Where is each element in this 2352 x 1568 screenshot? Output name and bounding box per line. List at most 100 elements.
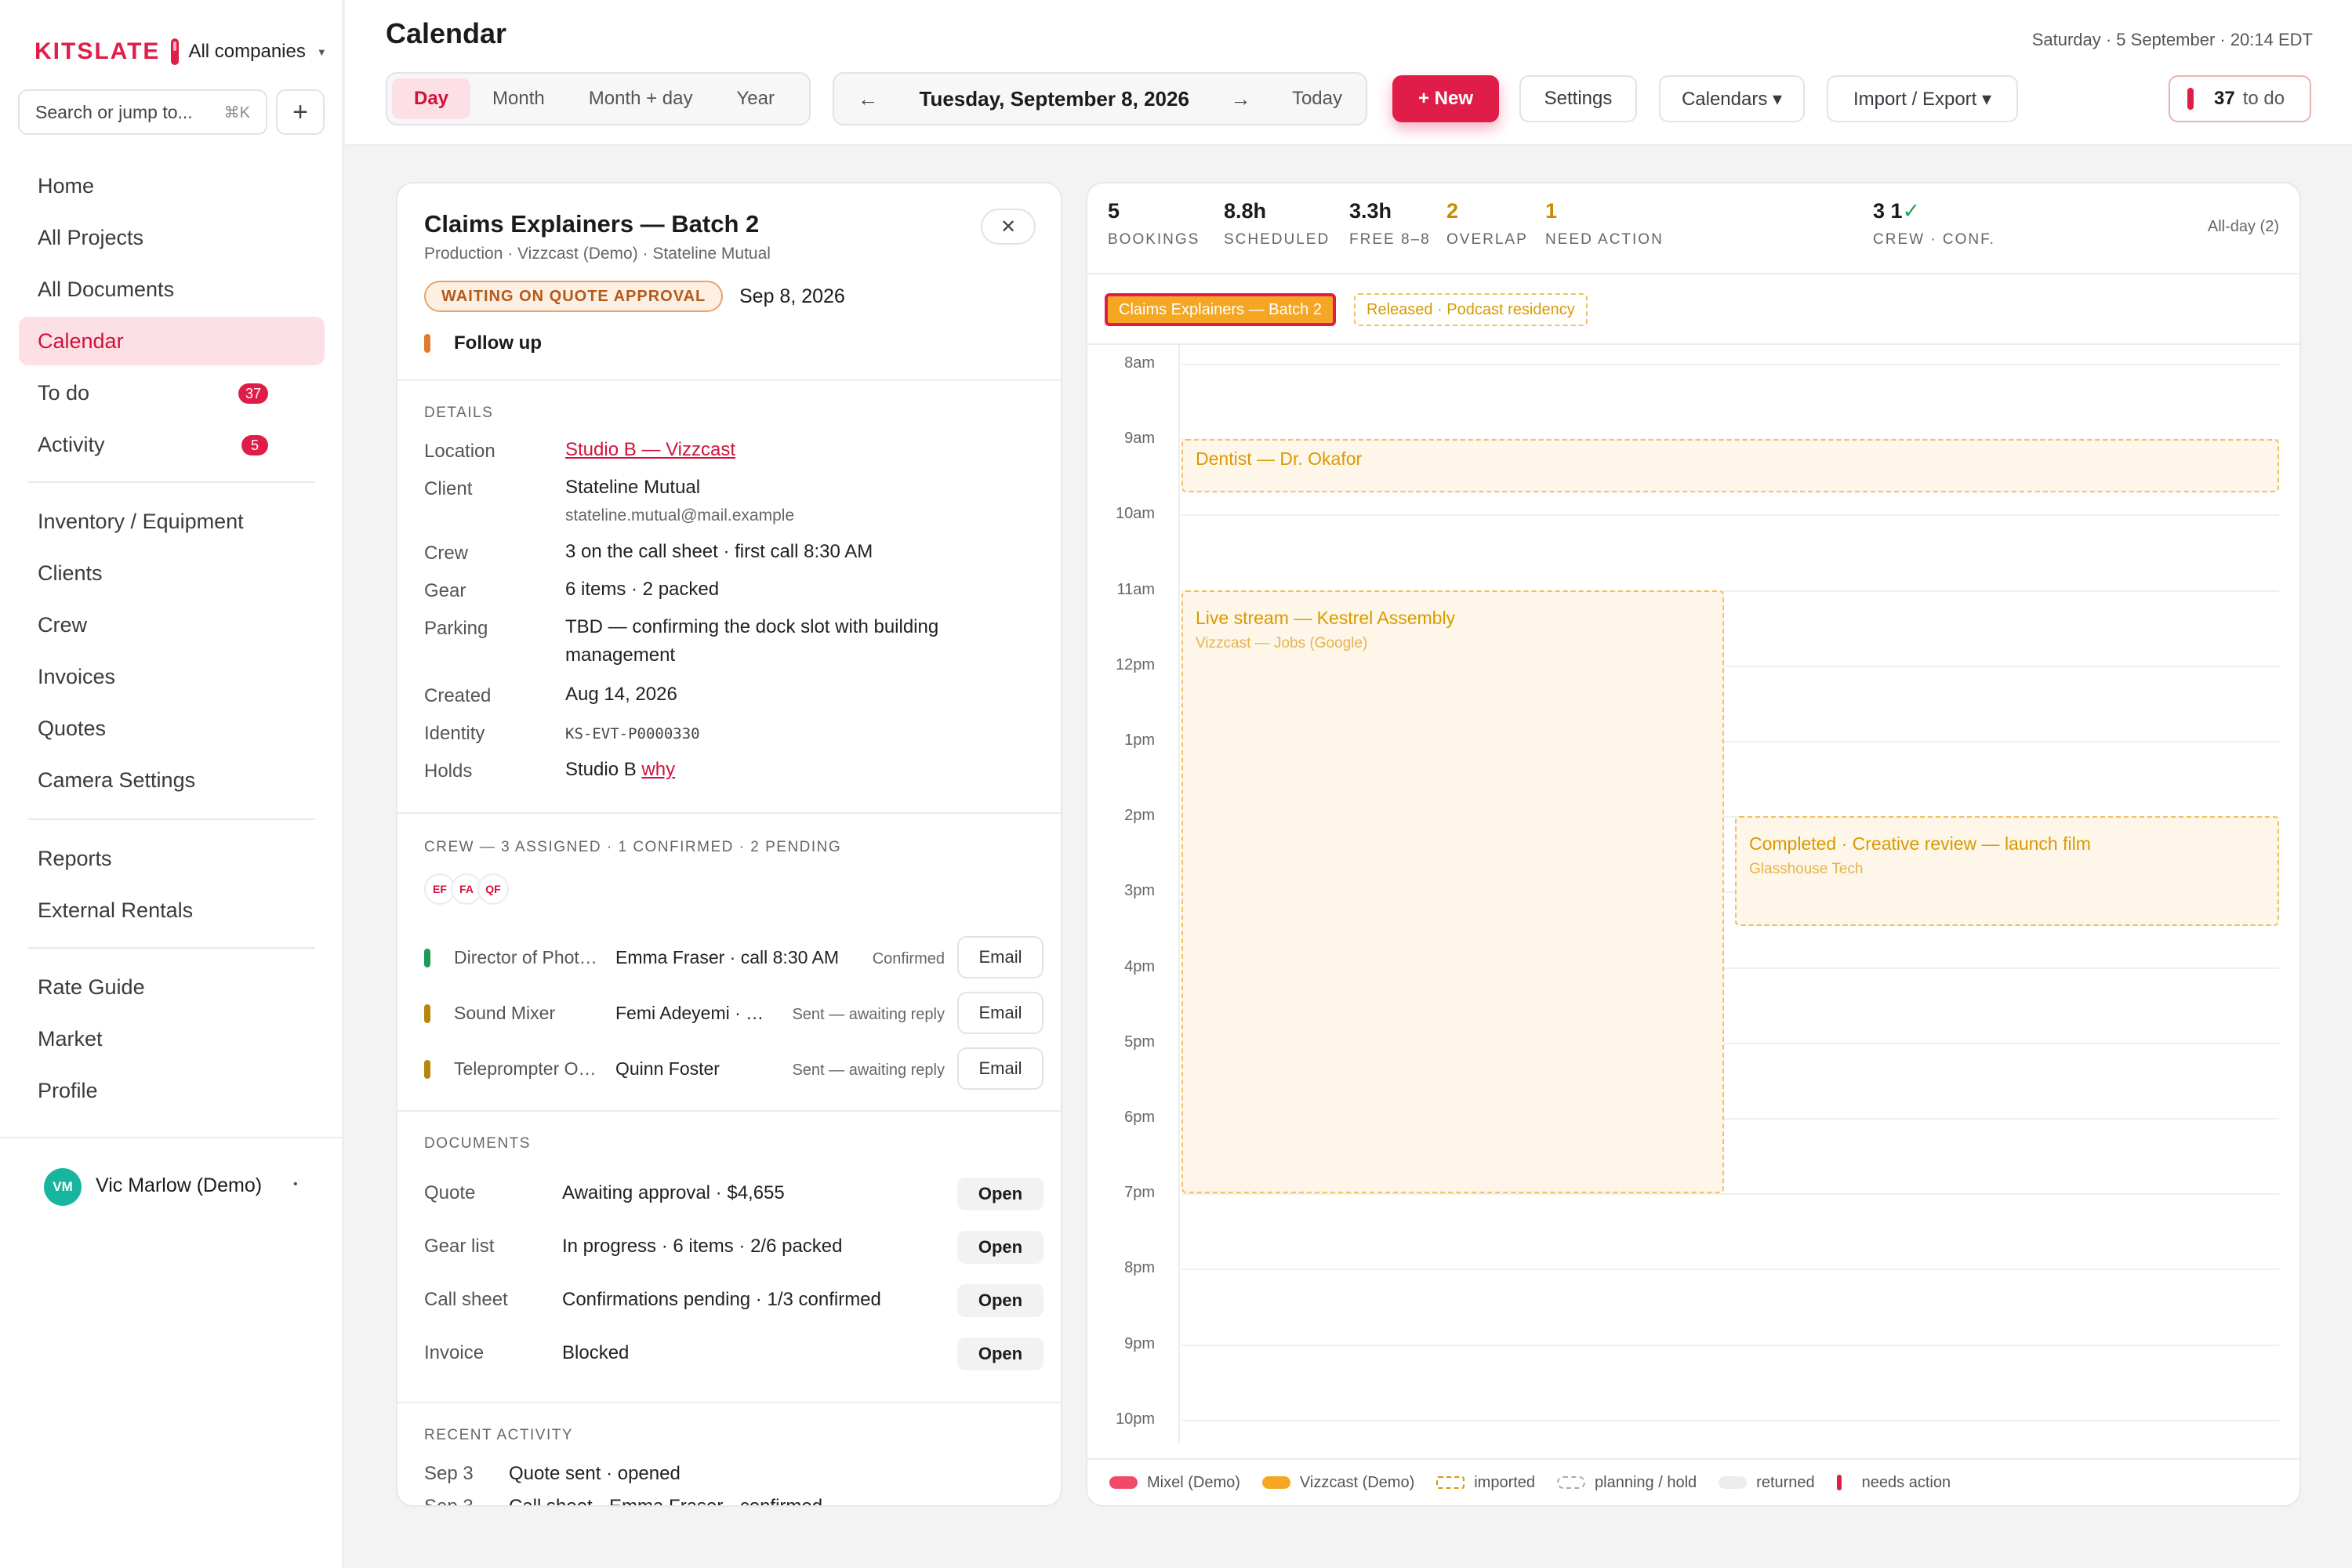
email-button[interactable]: Email (957, 936, 1044, 978)
event-title: Dentist — Dr. Okafor (1196, 448, 1363, 470)
hour-gridline (1181, 1269, 2279, 1271)
search-input[interactable]: Search or jump to... ⌘K (18, 89, 267, 135)
sidebar-item-all-documents[interactable]: All Documents (19, 265, 325, 314)
stat-label: CREW · CONF. (1873, 231, 1995, 248)
crew-row: Director of Photography Emma Fraser · cal… (424, 936, 1044, 980)
sidebar-item-rate-guide[interactable]: Rate Guide (19, 963, 325, 1011)
sidebar-item-clients[interactable]: Clients (19, 549, 325, 597)
crew-status-indicator (424, 949, 430, 967)
next-day-button[interactable]: → (1230, 87, 1250, 111)
brand[interactable]: KITSLATE All companies ▼ (34, 34, 327, 69)
open-call-sheet-button[interactable]: Open (957, 1284, 1044, 1317)
crew-row: Teleprompter Operator Quinn Foster Sent — … (424, 1047, 1044, 1091)
todo-indicator (2187, 88, 2194, 110)
event-title: Live stream — Kestrel Assembly (1196, 607, 1456, 628)
crew-role: Director of Photography (454, 947, 603, 967)
document-type: Call sheet (424, 1289, 508, 1310)
holds-why-link[interactable]: why (641, 759, 675, 780)
sidebar-item-label: To do (38, 380, 90, 405)
gear-value: 6 items · 2 packed (565, 579, 720, 600)
location-link[interactable]: Studio B — Vizzcast (565, 439, 735, 460)
allday-event-released[interactable]: Released · Podcast residency (1354, 293, 1588, 326)
booking-title: Claims Explainers — Batch 2 (424, 210, 760, 238)
crew-avatar[interactable]: QF (477, 873, 509, 905)
nav-divider (28, 481, 315, 483)
time-gutter: 8am 9am 10am 11am 12pm 1pm 2pm 3pm 4pm 5pm 6pm 7pm 8… (1087, 345, 1180, 1443)
crew-status: Sent — awaiting reply (792, 1006, 945, 1023)
add-button[interactable]: + (276, 89, 325, 135)
documents-heading: DOCUMENTS (424, 1135, 531, 1152)
close-button[interactable]: ✕ (981, 209, 1036, 245)
sidebar-item-calendar[interactable]: Calendar (19, 317, 325, 365)
sidebar-item-inventory-equipment[interactable]: Inventory / Equipment (19, 497, 325, 546)
stat-value: 1 (1545, 199, 1558, 223)
sidebar-item-all-projects[interactable]: All Projects (19, 213, 325, 262)
sidebar-item-label: Clients (38, 561, 103, 585)
open-invoice-button[interactable]: Open (957, 1338, 1044, 1370)
sidebar-item-camera-settings[interactable]: Camera Settings (19, 756, 325, 804)
stat-value: 3.3h (1349, 199, 1392, 223)
stat-value: 2 (1446, 199, 1459, 223)
sidebar-item-to-do[interactable]: To do 37 (19, 368, 325, 417)
calendars-button[interactable]: Calendars ▾ (1659, 75, 1805, 122)
sidebar-item-label: Reports (38, 846, 112, 870)
client-value: Stateline Mutual (565, 477, 701, 498)
hour-label: 6pm (1124, 1109, 1155, 1126)
stat-bookings: 5 BOOKINGS (1108, 199, 1200, 249)
booking-date: Sep 8, 2026 (739, 285, 845, 307)
crew-name: Quinn Foster (615, 1058, 720, 1079)
email-button[interactable]: Email (957, 992, 1044, 1034)
company-switcher[interactable]: All companies (188, 41, 305, 63)
follow-up-flag[interactable]: Follow up (424, 332, 542, 354)
crew-role: Teleprompter Operator (454, 1058, 603, 1079)
tab-year[interactable]: Year (714, 78, 797, 119)
parking-value: TBD — confirming the dock slot with buil… (565, 616, 939, 666)
sidebar-item-activity[interactable]: Activity 5 (19, 420, 325, 469)
sidebar-item-label: Camera Settings (38, 768, 196, 792)
sidebar-item-invoices[interactable]: Invoices (19, 652, 325, 701)
crew-status: Confirmed (872, 950, 945, 967)
today-button[interactable]: Today (1292, 88, 1342, 110)
new-button[interactable]: + New (1392, 75, 1499, 122)
stat-need-action: 1 NEED ACTION (1545, 199, 1664, 249)
open-quote-button[interactable]: Open (957, 1178, 1044, 1210)
calendar-event[interactable]: Completed · Creative review — launch fil… (1735, 816, 2279, 926)
event-subtitle: Vizzcast — Jobs (Google) (1196, 634, 1368, 652)
allday-label[interactable]: All-day (2) (2208, 218, 2279, 236)
tab-month-day[interactable]: Month + day (567, 78, 715, 119)
allday-event-selected[interactable]: Claims Explainers — Batch 2 (1105, 293, 1336, 326)
sidebar: KITSLATE All companies ▼ Search or jump … (0, 0, 343, 1568)
sidebar-item-quotes[interactable]: Quotes (19, 704, 325, 753)
hour-gridline (1181, 514, 2279, 517)
sidebar-item-home[interactable]: Home (19, 162, 325, 210)
email-button[interactable]: Email (957, 1047, 1044, 1090)
settings-button[interactable]: Settings (1519, 75, 1637, 122)
mixel-swatch-icon (1109, 1476, 1138, 1489)
stat-scheduled: 8.8h SCHEDULED (1224, 199, 1330, 249)
check-icon: ✓ (1902, 199, 1921, 223)
sidebar-item-external-rentals[interactable]: External Rentals (19, 886, 325, 935)
prev-day-button[interactable]: ← (858, 87, 878, 111)
sidebar-item-market[interactable]: Market (19, 1014, 325, 1063)
calendar-event[interactable]: Dentist — Dr. Okafor (1181, 439, 2279, 492)
user-menu[interactable]: VM Vic Marlow (Demo) • (0, 1137, 343, 1239)
follow-up-indicator (424, 334, 430, 353)
user-menu-icon[interactable]: • (293, 1178, 298, 1192)
tab-day[interactable]: Day (392, 78, 471, 119)
hour-label: 9am (1124, 430, 1155, 448)
search-shortcut: ⌘K (223, 103, 250, 122)
crew-heading: CREW — 3 ASSIGNED · 1 CONFIRMED · 2 PEND… (424, 839, 842, 855)
import-export-button[interactable]: Import / Export ▾ (1827, 75, 2018, 122)
sidebar-item-reports[interactable]: Reports (19, 834, 325, 883)
todo-button[interactable]: 37 to do (2169, 75, 2311, 122)
tab-month[interactable]: Month (470, 78, 567, 119)
sidebar-item-profile[interactable]: Profile (19, 1066, 325, 1115)
sidebar-item-crew[interactable]: Crew (19, 601, 325, 649)
open-gear-list-button[interactable]: Open (957, 1231, 1044, 1264)
event-title: Completed · Creative review — launch fil… (1749, 833, 2091, 855)
calendar-event[interactable]: Live stream — Kestrel Assembly Vizzcast —… (1181, 590, 1724, 1194)
activity-date: Sep 3 (424, 1463, 474, 1484)
hour-gridline (1181, 364, 2279, 365)
document-status: Awaiting approval · $4,655 (562, 1182, 785, 1203)
stat-free-8-8: 3.3h FREE 8–8 (1349, 199, 1431, 249)
